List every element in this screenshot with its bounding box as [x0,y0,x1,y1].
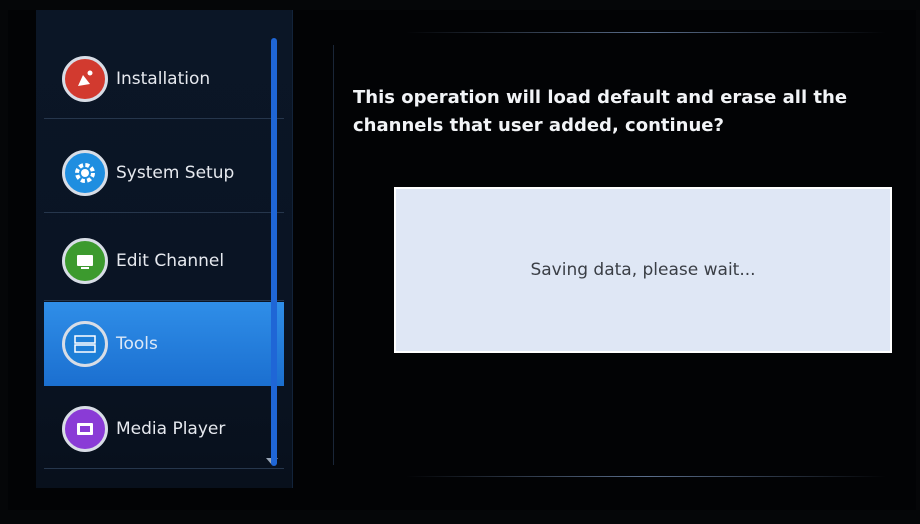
menu-item-media-player[interactable]: Media Player [44,390,284,469]
menu-item-label: System Setup [116,163,235,183]
menu-item-edit-channel[interactable]: Edit Channel [44,222,284,301]
menu-item-installation[interactable]: Installation [44,40,284,119]
bottom-divider [406,476,886,477]
menu-item-system-setup[interactable]: System Setup [44,134,284,213]
satellite-dish-icon [62,56,108,102]
saving-dialog: Saving data, please wait... [394,187,892,353]
gear-icon [62,150,108,196]
menu-item-label: Installation [116,69,211,89]
main-menu: Installation System Setup Edit Channel T… [36,10,293,488]
tv-screen: Installation System Setup Edit Channel T… [8,10,916,510]
panel-divider [333,45,334,465]
tools-icon [62,321,108,367]
confirmation-message: This operation will load default and era… [353,87,848,136]
menu-item-label: Edit Channel [116,251,225,271]
menu-item-tools[interactable]: Tools [44,302,284,386]
menu-item-label: Tools [116,334,158,354]
saving-status-text: Saving data, please wait... [530,260,756,280]
media-player-icon [62,406,108,452]
top-divider [406,32,886,33]
edit-channel-icon [62,238,108,284]
menu-item-label: Media Player [116,419,226,439]
menu-scrollbar[interactable] [271,38,277,466]
